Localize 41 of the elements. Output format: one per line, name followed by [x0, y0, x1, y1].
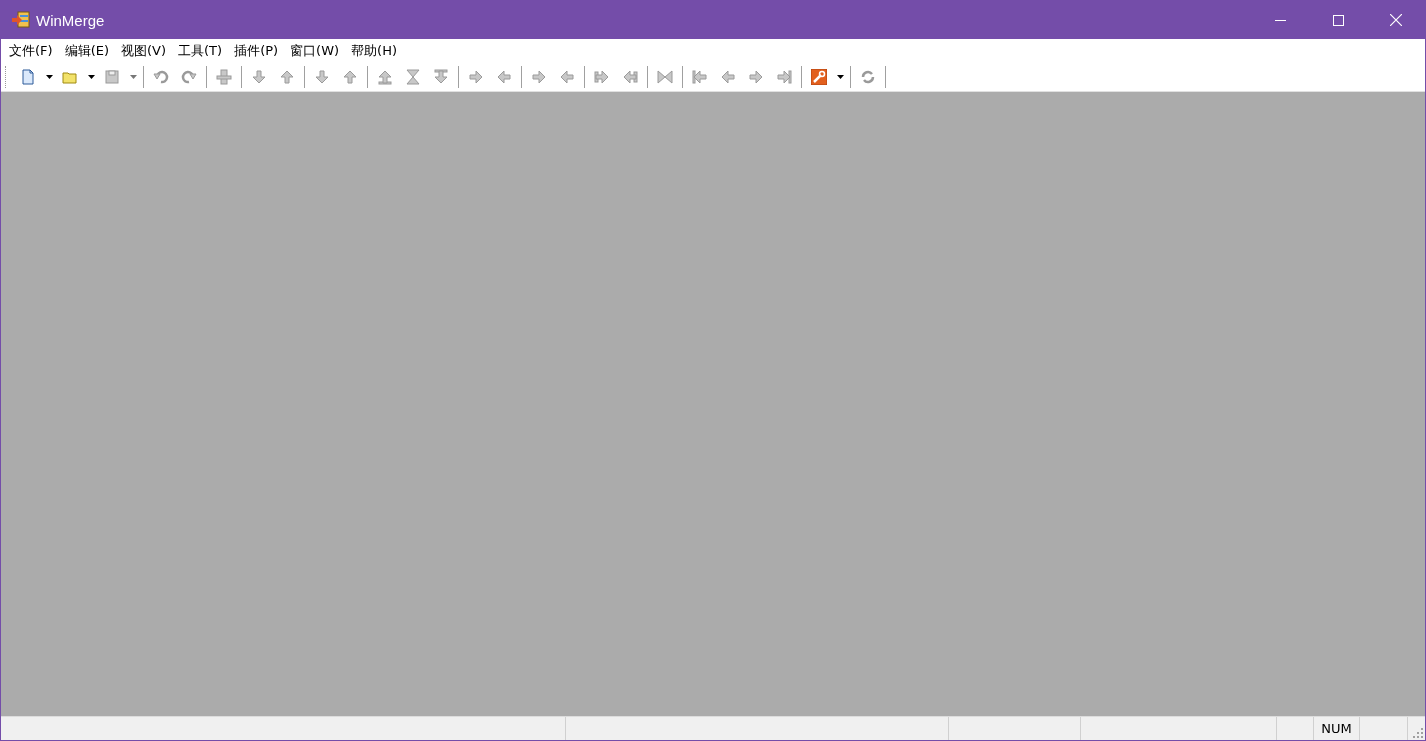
arrow-right-icon — [594, 69, 610, 85]
resize-grip-icon[interactable] — [1413, 728, 1423, 738]
folder-icon — [62, 69, 78, 85]
undo-icon — [153, 69, 169, 85]
menu-item[interactable]: 视图(V) — [115, 42, 173, 60]
window-title: WinMerge — [36, 11, 106, 29]
caret-icon — [129, 75, 137, 79]
app-logo-icon — [11, 10, 31, 30]
arrow-left-icon — [496, 69, 512, 85]
menu-item[interactable]: 文件(F) — [3, 42, 59, 60]
caret-icon — [836, 75, 844, 79]
menu-item[interactable]: 工具(T) — [172, 42, 229, 60]
caret-icon — [45, 75, 53, 79]
arrow-left-icon — [720, 69, 736, 85]
menu-item[interactable]: 窗口(W) — [284, 42, 346, 60]
arrow-down-icon — [251, 69, 267, 85]
close-icon — [1390, 14, 1402, 26]
arrow-right-icon — [748, 69, 764, 85]
bowtie-icon — [657, 69, 673, 85]
arrow-up-icon — [342, 69, 358, 85]
hourglass-icon — [405, 69, 421, 85]
caret-icon — [87, 75, 95, 79]
arrow-left-icon — [559, 69, 575, 85]
arrow-up-icon — [279, 69, 295, 85]
arrow-right-icon — [776, 69, 792, 85]
arrow-down-icon — [314, 69, 330, 85]
maximize-icon — [1332, 14, 1344, 26]
menu-item[interactable]: 帮助(H) — [345, 42, 404, 60]
arrow-down-icon — [433, 69, 449, 85]
toolbar-grip[interactable] — [5, 66, 8, 88]
redo-icon — [181, 69, 197, 85]
menu-item[interactable]: 插件(P) — [228, 42, 285, 60]
document-icon — [20, 69, 36, 85]
refresh-icon — [860, 69, 876, 85]
arrow-up-icon — [377, 69, 393, 85]
arrow-right-icon — [468, 69, 484, 85]
arrow-left-icon — [692, 69, 708, 85]
arrow-right-icon — [531, 69, 547, 85]
menu-item[interactable]: 编辑(E) — [58, 42, 115, 60]
arrow-left-icon — [622, 69, 638, 85]
status-indicator: NUM — [1321, 721, 1352, 736]
